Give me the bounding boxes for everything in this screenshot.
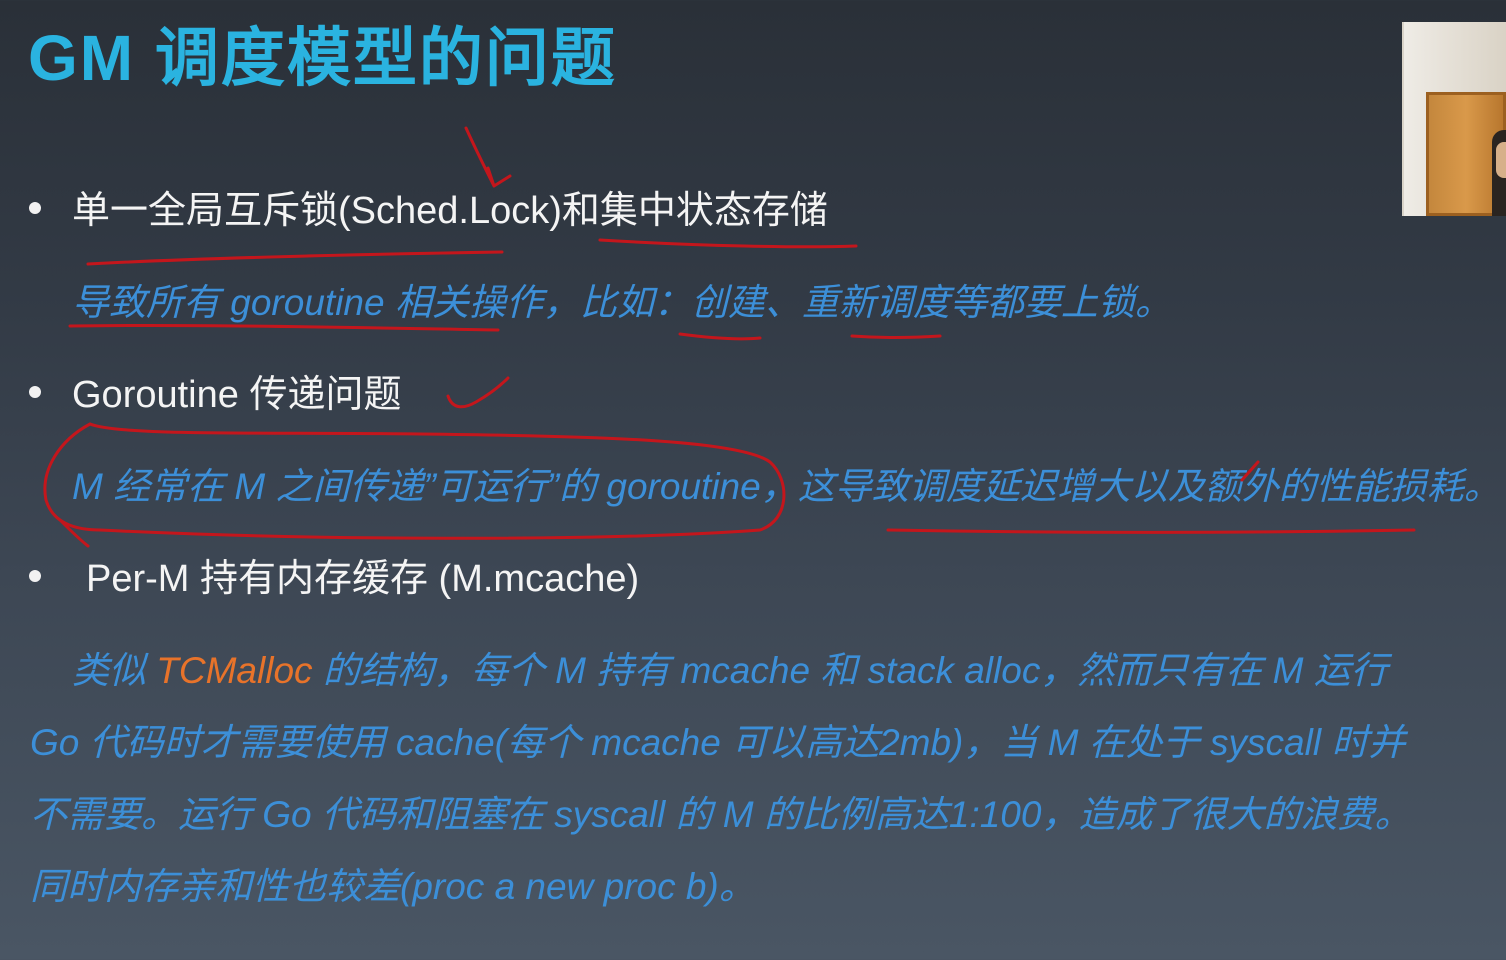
underline-latency [886,528,1416,534]
presentation-slide: GM 调度模型的问题 单一全局互斥锁(Sched.Lock)和集中状态存储 导致… [0,0,1506,960]
underline-lock [86,250,504,266]
bullet-3-detail-line-4: 同时内存亲和性也较差(proc a new proc b)。 [30,866,756,907]
presenter-webcam [1402,22,1506,216]
bullet-1-text: 单一全局互斥锁(Sched.Lock)和集中状态存储 [72,190,828,232]
check-mark [446,376,510,409]
bullet-3-detail-line-1: 类似 TCMalloc 的结构，每个 M 持有 mcache 和 stack a… [72,648,1388,694]
webcam-presenter-face [1496,142,1506,178]
underline-state-storage [598,238,858,249]
detail-line-1-rest: 的结构，每个 M 持有 mcache 和 stack alloc，然而只有在 M… [312,650,1388,691]
slide-title: GM 调度模型的问题 [28,22,617,94]
bullet-dot-1 [29,202,41,214]
bullet-dot-3 [29,570,41,582]
bullet-1-detail: 导致所有 goroutine 相关操作，比如：创建、重新调度等都要上锁。 [72,282,1172,323]
bullet-3-text: Per-M 持有内存缓存 (M.mcache) [86,558,640,600]
bullet-2-text: Goroutine 传递问题 [72,374,402,416]
underline-reschedule [850,334,942,339]
underline-goroutine-ops [68,323,500,332]
bullet-3-detail-line-2: Go 代码时才需要使用 cache(每个 mcache 可以高达2mb)，当 M… [30,722,1406,763]
tcmalloc-highlight: TCMalloc [156,650,313,691]
bullet-3-detail-line-3: 不需要。运行 Go 代码和阻塞在 syscall 的 M 的比例高达1:100，… [30,794,1412,835]
bullet-dot-2 [29,386,41,398]
arrow-annotation [464,126,512,188]
underline-create [678,332,762,341]
detail-prefix: 类似 [72,650,157,691]
bullet-2-detail: M 经常在 M 之间传递”可运行”的 goroutine，这导致调度延迟增大以及… [72,466,1501,507]
